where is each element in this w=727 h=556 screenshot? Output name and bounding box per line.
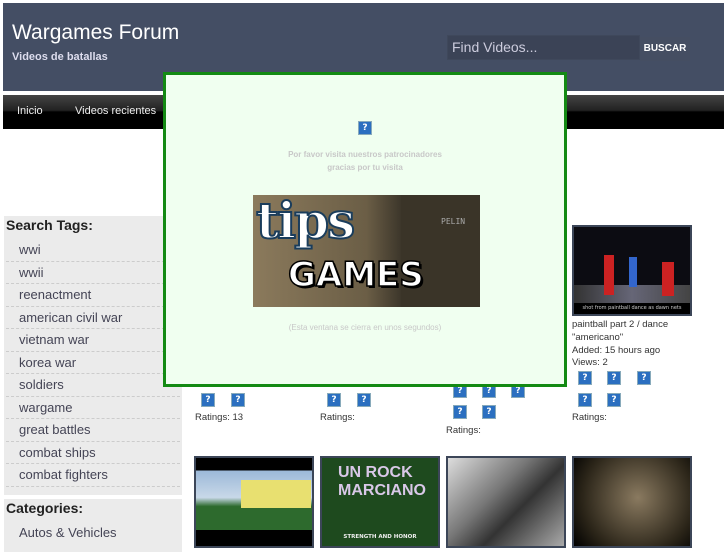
categories-box: Categories: Autos & Vehicles <box>4 498 182 552</box>
search-tags-title: Search Tags: <box>6 217 93 233</box>
ad-logo-tips: tips <box>255 195 356 251</box>
video-thumbnail[interactable] <box>572 456 692 548</box>
site-title[interactable]: Wargames Forum <box>12 21 179 45</box>
tag-link[interactable]: korea war <box>6 352 180 374</box>
broken-image-icon[interactable]: ? <box>482 405 496 419</box>
album-text: UN ROCK MARCIANO <box>338 464 426 499</box>
broken-image-icon[interactable]: ? <box>201 393 215 407</box>
nav-inicio[interactable]: Inicio <box>17 105 43 117</box>
broken-image-icon[interactable]: ? <box>578 371 592 385</box>
video-thumbnail[interactable]: shot from paintball dance as dawn nets <box>572 225 692 316</box>
search-button[interactable]: BUSCAR <box>640 37 690 61</box>
popup-closing-note: (Esta ventana se cierra en unos segundos… <box>288 323 442 332</box>
ad-sign: PELIN <box>441 217 466 226</box>
tag-link[interactable]: reenactment <box>6 284 180 307</box>
nav-videos-recientes[interactable]: Videos recientes <box>75 105 156 117</box>
category-link[interactable]: Autos & Vehicles <box>6 522 180 545</box>
broken-image-icon[interactable]: ? <box>578 393 592 407</box>
video-ratings: Ratings: 13 <box>195 412 244 423</box>
video-views: Views: 2 <box>572 357 608 368</box>
album-caption: STRENGTH AND HONOR <box>343 534 417 540</box>
video-ratings: Ratings: <box>446 425 481 436</box>
video-caption: shot from paintball dance as dawn nets <box>574 303 690 314</box>
video-thumbnail[interactable]: UN ROCK MARCIANO STRENGTH AND HONOR <box>320 456 440 548</box>
sidebar: Search Tags: wwi wwii reenactment americ… <box>4 216 182 556</box>
broken-image-icon[interactable]: ? <box>231 393 245 407</box>
tips-games-ad-banner[interactable]: PELIN tips GAMES <box>253 195 480 307</box>
broken-image-icon[interactable]: ? <box>357 393 371 407</box>
tag-link[interactable]: american civil war <box>6 307 180 329</box>
tag-link[interactable]: great battles <box>6 419 180 442</box>
broken-image-icon[interactable]: ? <box>637 371 651 385</box>
popup-message: Por favor visita nuestros patrocinadores… <box>166 148 564 174</box>
search-tags-box: Search Tags: wwi wwii reenactment americ… <box>4 216 182 495</box>
tag-link[interactable]: combat ships <box>6 442 180 464</box>
tag-link[interactable]: combat fighters <box>6 464 180 487</box>
tag-link[interactable]: wwi <box>6 239 180 262</box>
broken-image-icon[interactable]: ? <box>607 393 621 407</box>
tag-link[interactable]: wargame <box>6 397 180 419</box>
video-ratings: Ratings: <box>572 412 607 423</box>
video-thumbnail[interactable] <box>446 456 566 548</box>
video-title[interactable]: paintball part 2 / dance "americano" <box>572 319 697 344</box>
video-added: Added: 15 hours ago <box>572 345 661 356</box>
broken-image-icon: ? <box>358 121 372 135</box>
broken-image-icon[interactable]: ? <box>453 405 467 419</box>
categories-title: Categories: <box>6 499 84 516</box>
broken-image-icon[interactable]: ? <box>607 371 621 385</box>
video-ratings: Ratings: <box>320 412 355 423</box>
tag-link[interactable]: vietnam war <box>6 329 180 352</box>
tag-link[interactable]: wwii <box>6 262 180 284</box>
ad-logo-games: GAMES <box>287 254 424 296</box>
sponsor-popup: ? Por favor visita nuestros patrocinador… <box>163 72 567 387</box>
popup-message-line2: gracias por tu visita <box>327 163 403 172</box>
video-thumbnail[interactable] <box>194 456 314 548</box>
popup-message-line1: Por favor visita nuestros patrocinadores <box>288 150 442 159</box>
site-subtitle: Videos de batallas <box>12 51 108 63</box>
tag-link[interactable]: soldiers <box>6 374 180 397</box>
broken-image-icon[interactable]: ? <box>327 393 341 407</box>
search-input[interactable]: Find Videos... <box>447 35 640 60</box>
